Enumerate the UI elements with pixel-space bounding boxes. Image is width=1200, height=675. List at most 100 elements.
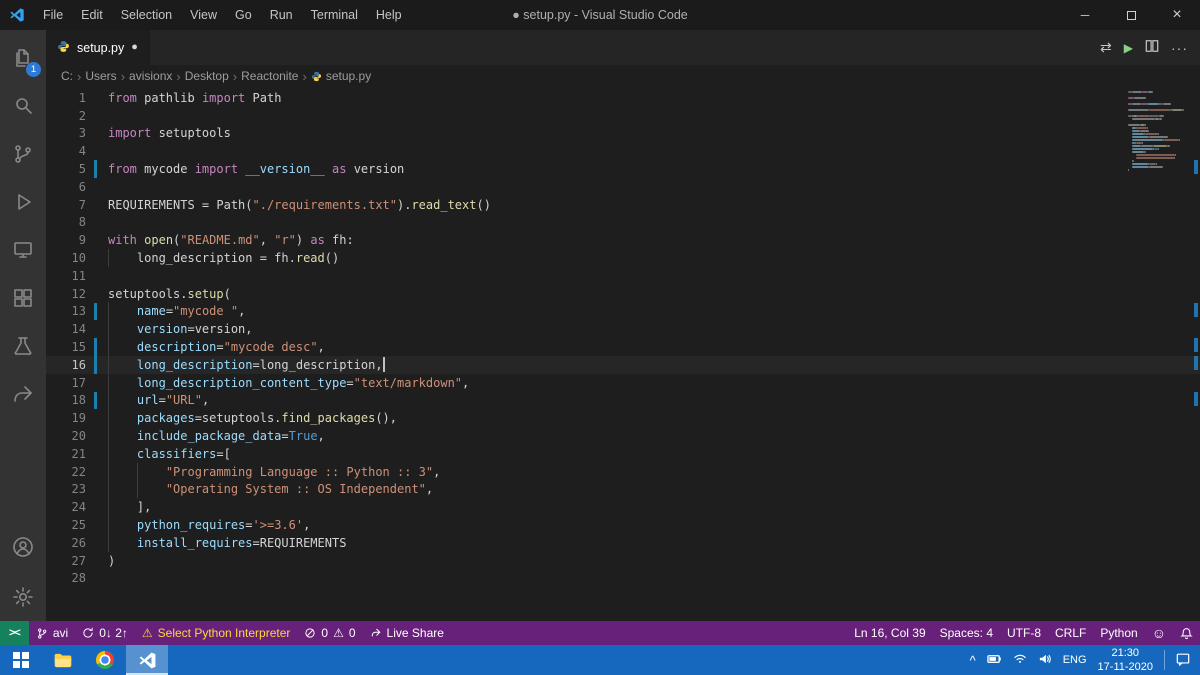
code-line[interactable]: 27) xyxy=(46,552,1200,570)
remote-explorer-icon[interactable] xyxy=(0,226,46,274)
code-line[interactable]: 10 long_description = fh.read() xyxy=(46,249,1200,268)
code-line[interactable]: 14 version=version, xyxy=(46,320,1200,339)
breadcrumb-file[interactable]: setup.py xyxy=(326,69,371,83)
feedback-smiley-icon[interactable]: ☺ xyxy=(1145,621,1173,645)
code-line[interactable]: 25 python_requires='>=3.6', xyxy=(46,516,1200,535)
code-line[interactable]: 15 description="mycode desc", xyxy=(46,338,1200,357)
menu-selection[interactable]: Selection xyxy=(112,0,181,30)
menu-help[interactable]: Help xyxy=(367,0,411,30)
line-number[interactable]: 12 xyxy=(46,287,86,301)
breadcrumb-users[interactable]: Users xyxy=(85,69,116,83)
breadcrumb-reactonite[interactable]: Reactonite xyxy=(241,69,298,83)
sync-status[interactable]: 0↓ 2↑ xyxy=(75,621,135,645)
code-line[interactable]: 5 from mycode import __version__ as versi… xyxy=(46,160,1200,178)
line-number[interactable]: 22 xyxy=(46,465,86,479)
line-number[interactable]: 4 xyxy=(46,144,86,158)
line-number[interactable]: 14 xyxy=(46,322,86,336)
code-line[interactable]: 9 with open("README.md", "r") as fh: xyxy=(46,231,1200,249)
code-line[interactable]: 1 from pathlib import Path xyxy=(46,89,1200,107)
code-line[interactable]: 7 REQUIREMENTS = Path("./requirements.txt… xyxy=(46,196,1200,214)
menu-run[interactable]: Run xyxy=(261,0,302,30)
code-editor[interactable]: 1 from pathlib import Path 2 3 import setupt… xyxy=(46,87,1200,621)
breadcrumb-avisionx[interactable]: avisionx xyxy=(129,69,172,83)
menu-edit[interactable]: Edit xyxy=(72,0,112,30)
eol-status[interactable]: CRLF xyxy=(1048,621,1093,645)
code-line[interactable]: 26 install_requires=REQUIREMENTS xyxy=(46,533,1200,552)
code-line[interactable]: 3 import setuptools xyxy=(46,125,1200,143)
line-number[interactable]: 23 xyxy=(46,482,86,496)
chrome-taskbar-icon[interactable] xyxy=(84,645,126,675)
line-number[interactable]: 18 xyxy=(46,393,86,407)
extensions-icon[interactable] xyxy=(0,274,46,322)
code-line[interactable]: 23 "Operating System :: OS Independent", xyxy=(46,480,1200,499)
line-number[interactable]: 11 xyxy=(46,269,86,283)
line-number[interactable]: 28 xyxy=(46,571,86,585)
code-line[interactable]: 12 setuptools.setup( xyxy=(46,285,1200,303)
line-number[interactable]: 24 xyxy=(46,500,86,514)
volume-icon[interactable] xyxy=(1038,653,1052,668)
battery-icon[interactable] xyxy=(986,654,1002,667)
open-changes-icon[interactable]: ⇄ xyxy=(1100,39,1112,56)
line-number[interactable]: 10 xyxy=(46,251,86,265)
menu-terminal[interactable]: Terminal xyxy=(302,0,367,30)
close-button[interactable]: × xyxy=(1154,0,1200,30)
line-number[interactable]: 13 xyxy=(46,304,86,318)
line-number[interactable]: 6 xyxy=(46,180,86,194)
line-number[interactable]: 17 xyxy=(46,376,86,390)
line-number[interactable]: 3 xyxy=(46,126,86,140)
run-debug-icon[interactable] xyxy=(0,178,46,226)
source-control-icon[interactable] xyxy=(0,130,46,178)
indentation-status[interactable]: Spaces: 4 xyxy=(933,621,1000,645)
line-number[interactable]: 16 xyxy=(46,358,86,372)
language-mode[interactable]: Python xyxy=(1093,621,1144,645)
split-editor-icon[interactable] xyxy=(1145,39,1159,56)
tab-setup-py[interactable]: setup.py ● xyxy=(46,30,150,65)
code-line[interactable]: 4 xyxy=(46,142,1200,160)
line-number[interactable]: 1 xyxy=(46,91,86,105)
git-branch-status[interactable]: avi xyxy=(29,621,75,645)
python-interpreter-warning[interactable]: ⚠ Select Python Interpreter xyxy=(135,621,298,645)
live-share-icon[interactable] xyxy=(0,370,46,418)
language-indicator[interactable]: ENG xyxy=(1063,654,1087,666)
start-button[interactable] xyxy=(0,645,42,675)
hidden-icons-chevron[interactable]: ^ xyxy=(970,653,976,668)
line-number[interactable]: 2 xyxy=(46,109,86,123)
line-number[interactable]: 26 xyxy=(46,536,86,550)
code-line[interactable]: 8 xyxy=(46,214,1200,232)
code-line[interactable]: 2 xyxy=(46,107,1200,125)
more-actions-icon[interactable]: ··· xyxy=(1171,40,1188,56)
overview-ruler[interactable] xyxy=(1190,87,1200,621)
code-line[interactable]: 6 xyxy=(46,178,1200,196)
code-line[interactable]: 28 xyxy=(46,570,1200,588)
cursor-position[interactable]: Ln 16, Col 39 xyxy=(847,621,932,645)
search-icon[interactable] xyxy=(0,82,46,130)
line-number[interactable]: 19 xyxy=(46,411,86,425)
menu-file[interactable]: File xyxy=(34,0,72,30)
run-python-file-button[interactable]: ▶ xyxy=(1124,41,1133,55)
live-share-button[interactable]: Live Share xyxy=(363,621,451,645)
clock[interactable]: 21:30 17-11-2020 xyxy=(1098,646,1153,675)
line-number[interactable]: 25 xyxy=(46,518,86,532)
line-number[interactable]: 15 xyxy=(46,340,86,354)
minimap[interactable] xyxy=(1128,91,1186,175)
line-number[interactable]: 21 xyxy=(46,447,86,461)
maximize-button[interactable] xyxy=(1108,0,1154,30)
code-line[interactable]: 11 xyxy=(46,267,1200,285)
code-line[interactable]: 21 classifiers=[ xyxy=(46,444,1200,463)
code-line[interactable]: 13 name="mycode ", xyxy=(46,302,1200,321)
code-line[interactable]: 20 include_package_data=True, xyxy=(46,427,1200,446)
code-line[interactable]: 16 long_description=long_description, xyxy=(46,355,1200,375)
line-number[interactable]: 9 xyxy=(46,233,86,247)
explorer-icon[interactable]: 1 xyxy=(0,34,46,82)
vscode-taskbar-icon[interactable] xyxy=(126,645,168,675)
problems-status[interactable]: 0 ⚠ 0 xyxy=(297,621,362,645)
line-number[interactable]: 8 xyxy=(46,215,86,229)
code-line[interactable]: 22 "Programming Language :: Python :: 3"… xyxy=(46,462,1200,481)
minimize-button[interactable]: ─ xyxy=(1062,0,1108,30)
action-center-icon[interactable] xyxy=(1176,652,1190,669)
file-explorer-taskbar-icon[interactable] xyxy=(42,645,84,675)
settings-gear-icon[interactable] xyxy=(0,573,46,621)
notifications-bell-icon[interactable] xyxy=(1173,621,1200,645)
encoding-status[interactable]: UTF-8 xyxy=(1000,621,1048,645)
breadcrumb-desktop[interactable]: Desktop xyxy=(185,69,229,83)
